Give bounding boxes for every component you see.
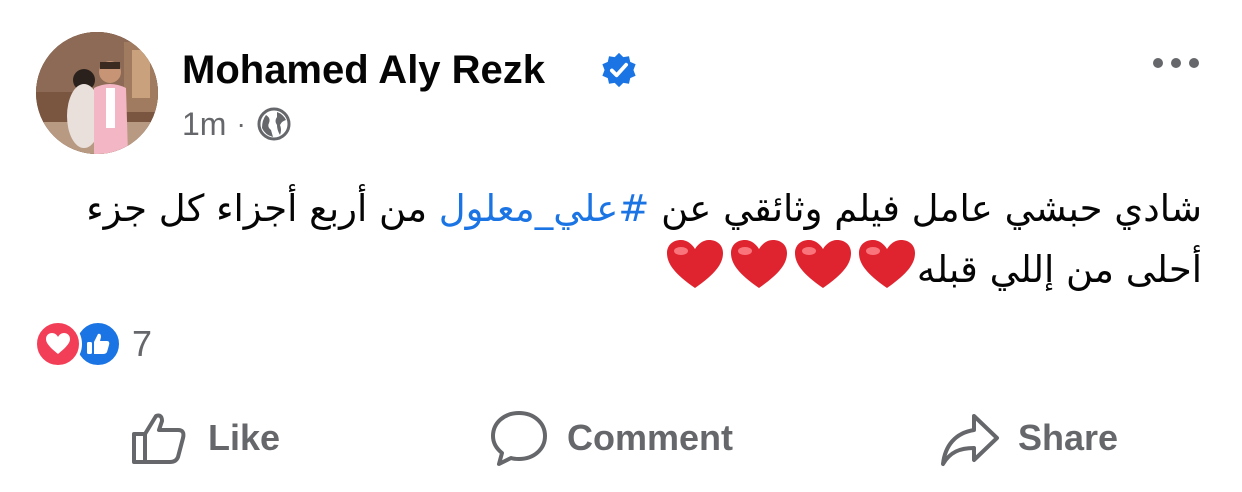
post-time[interactable]: 1m [182, 106, 226, 143]
heart-emoji-icon [794, 240, 851, 288]
avatar-photo [36, 32, 158, 154]
post-text: شادي حبشي عامل فيلم وثائقي عن #علي_معلول… [40, 180, 1202, 307]
post-actions: Like Comment Share [0, 402, 1242, 474]
meta-separator: · [236, 108, 246, 139]
heart-emoji-icon [730, 240, 787, 288]
share-button[interactable]: Share [940, 402, 1118, 474]
heart-emoji-icon [666, 240, 723, 288]
share-label: Share [1018, 417, 1119, 458]
comment-button[interactable]: Comment [489, 402, 733, 474]
heart-emojis [661, 238, 917, 307]
comment-bubble-icon [491, 411, 547, 466]
thumbs-up-icon [132, 413, 186, 464]
comment-label: Comment [567, 417, 734, 458]
share-arrow-icon [941, 414, 999, 466]
love-reaction-icon [34, 320, 82, 368]
verified-badge-icon [602, 52, 636, 88]
post-meta: 1m · [182, 104, 292, 144]
author-name[interactable]: Mohamed Aly Rezk [182, 46, 545, 94]
more-options-icon[interactable] [1150, 50, 1202, 76]
post-text-before: شادي حبشي عامل فيلم وثائقي عن [649, 187, 1202, 230]
reactions-summary[interactable]: 7 [34, 318, 152, 370]
like-label: Like [208, 417, 281, 458]
like-button[interactable]: Like [130, 402, 280, 474]
globe-icon[interactable] [256, 106, 292, 142]
hashtag-link[interactable]: #علي_معلول [439, 187, 650, 230]
heart-emoji-icon [858, 240, 915, 288]
reaction-count: 7 [132, 323, 153, 364]
author-avatar[interactable] [36, 32, 158, 154]
